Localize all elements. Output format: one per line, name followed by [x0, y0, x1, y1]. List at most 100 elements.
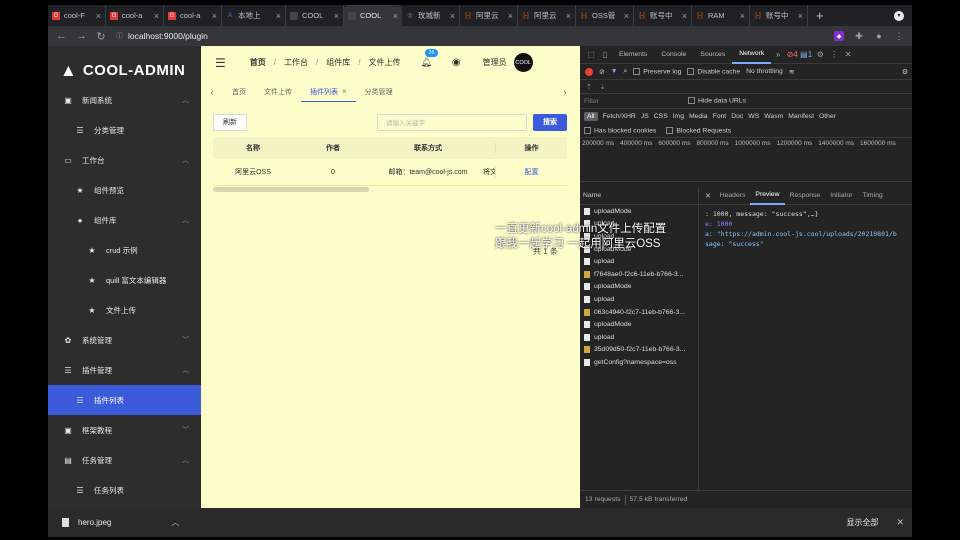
sidebar-item[interactable]: ☰ 任务列表	[48, 475, 201, 505]
hide-data-urls-checkbox[interactable]: Hide data URLs	[688, 97, 746, 105]
resource-type-filter[interactable]: Other	[819, 113, 836, 120]
back-icon[interactable]: ←	[56, 30, 67, 42]
close-tab-icon[interactable]: ×	[450, 11, 455, 21]
close-tab-icon[interactable]: ×	[508, 11, 513, 21]
sidebar-item[interactable]: ☰ 插件管理 ︿	[48, 355, 201, 385]
browser-tab[interactable]: COOL ×	[344, 5, 402, 26]
browser-tab[interactable]: COOL ×	[286, 5, 344, 26]
new-tab-icon[interactable]: +	[816, 8, 828, 23]
devtools-tab[interactable]: Sources	[693, 46, 732, 64]
more-tabs-icon[interactable]: »	[771, 50, 785, 59]
close-tab-icon[interactable]: ×	[334, 11, 339, 21]
chevron-up-icon[interactable]: ︿	[182, 215, 189, 225]
throttling-select[interactable]: No throttling	[746, 68, 783, 75]
detail-tab[interactable]: Initiator	[825, 187, 857, 205]
sidebar-item[interactable]: ☰ 插件列表	[48, 385, 201, 415]
sidebar-item[interactable]: ★ crud 示例	[48, 235, 201, 265]
blocked-cookies-checkbox[interactable]: Has blocked cookies	[584, 126, 656, 134]
chevron-up-icon[interactable]: ︿	[182, 365, 189, 375]
close-detail-icon[interactable]: ✕	[705, 192, 711, 200]
chevron-up-icon[interactable]: ︿	[182, 155, 189, 165]
page-tab[interactable]: 文件上传	[255, 82, 301, 102]
request-row[interactable]: 35d09d50-f2c7-11eb-b766-3...	[580, 344, 698, 357]
browser-tab[interactable]: [-] OSS管 ×	[576, 5, 634, 26]
resource-type-filter[interactable]: Manifest	[788, 113, 814, 120]
resource-type-filter[interactable]: Media	[689, 113, 708, 120]
chevron-down-icon[interactable]: ﹀	[182, 425, 189, 435]
preserve-log-checkbox[interactable]: Preserve log	[633, 67, 681, 75]
resource-type-filter[interactable]: Doc	[731, 113, 743, 120]
search-input[interactable]: 请输入关键字	[377, 113, 527, 131]
download-filename[interactable]: hero.jpeg	[78, 518, 111, 527]
sidebar-item[interactable]: ▣ 框架教程 ﹀	[48, 415, 201, 445]
kebab-icon[interactable]: ⋮	[827, 50, 841, 59]
sidebar-item[interactable]: ☰ 分类管理	[48, 115, 201, 145]
chrome-menu-icon[interactable]: ▾	[894, 10, 904, 21]
filter-icon[interactable]: ▼	[611, 68, 618, 75]
chevron-left-icon[interactable]: ‹	[201, 87, 223, 97]
chevron-up-icon[interactable]: ︿	[182, 455, 189, 465]
resource-type-filter[interactable]: WS	[748, 113, 759, 120]
close-download-bar-icon[interactable]: ✕	[896, 517, 904, 528]
inspect-icon[interactable]: ⬚	[584, 50, 598, 59]
chevron-up-icon[interactable]: ︿	[182, 95, 189, 105]
github-icon[interactable]: ◉	[452, 57, 461, 68]
hamburger-icon[interactable]: ☰	[215, 56, 226, 70]
request-row[interactable]: upload	[580, 255, 698, 268]
table-scrollbar[interactable]	[213, 187, 369, 192]
search-button[interactable]: 搜索	[533, 113, 567, 131]
info-icon[interactable]: ⓘ	[116, 31, 123, 41]
close-icon[interactable]: ✕	[841, 50, 855, 59]
close-tab-icon[interactable]: ×	[624, 11, 629, 21]
message-count[interactable]: ▤1	[799, 50, 813, 59]
reload-icon[interactable]: ↻	[96, 30, 106, 43]
sidebar-item[interactable]: ✿ 系统管理 ﹀	[48, 325, 201, 355]
record-icon[interactable]	[585, 67, 593, 76]
extension-icon[interactable]: ◆	[834, 31, 844, 41]
detail-tab[interactable]: Preview	[750, 187, 785, 205]
network-timeline[interactable]: 200000 ms 400000 ms 600000 ms 800000 ms 1000…	[580, 138, 912, 182]
browser-tab[interactable]: [-] RAM ×	[692, 5, 750, 26]
profile-icon[interactable]: ●	[874, 31, 884, 41]
browser-tab[interactable]: [-] 账号中 ×	[750, 5, 808, 26]
clear-icon[interactable]: ⊘	[599, 68, 605, 76]
browser-tab[interactable]: [-] 阿里云 ×	[518, 5, 576, 26]
url-text[interactable]: localhost:9000/plugin	[128, 31, 208, 41]
request-row[interactable]: f7648ae0-f2c6-11eb-b766-3...	[580, 268, 698, 281]
error-count[interactable]: ⊘4	[785, 50, 799, 59]
sidebar-item[interactable]: ★ 组件预览	[48, 175, 201, 205]
close-tab-icon[interactable]: ×	[566, 11, 571, 21]
browser-tab[interactable]: Gcool-a ×	[164, 5, 222, 26]
browser-tab[interactable]: A 本地上 ×	[222, 5, 286, 26]
sidebar-item[interactable]: ★ quill 富文本编辑器	[48, 265, 201, 295]
resource-type-filter[interactable]: Wasm	[764, 113, 783, 120]
menu-kebab-icon[interactable]: ⋮	[894, 31, 904, 42]
browser-tab[interactable]: Gcool-F ×	[48, 5, 106, 26]
request-row[interactable]: upload	[580, 331, 698, 344]
preview-line[interactable]: : 1000, message: "success",…}	[699, 209, 912, 219]
detail-tab[interactable]: Headers	[715, 187, 751, 205]
request-row[interactable]: 063c4940-f2c7-11eb-b766-3...	[580, 306, 698, 319]
close-tab-icon[interactable]: ×	[393, 11, 398, 21]
wifi-icon[interactable]: ≋	[789, 68, 795, 76]
request-row[interactable]: uploadMode	[580, 281, 698, 294]
refresh-button[interactable]: 刷新	[213, 113, 247, 131]
close-tab-icon[interactable]: ×	[96, 11, 101, 21]
close-tab-icon[interactable]: ×	[740, 11, 745, 21]
request-row[interactable]: uploadMode	[580, 205, 698, 218]
close-tab-icon[interactable]: ×	[798, 11, 803, 21]
sidebar-item[interactable]: ▣ 新闻系统 ︿	[48, 85, 201, 115]
disable-cache-checkbox[interactable]: Disable cache	[687, 67, 740, 75]
preview-line[interactable]: sage: "success"	[699, 239, 912, 249]
puzzle-icon[interactable]: ✚	[854, 31, 864, 42]
sidebar-item[interactable]: ★ 文件上传	[48, 295, 201, 325]
import-icon[interactable]: ⇡	[586, 83, 592, 91]
sidebar-item[interactable]: ▭ 工作台 ︿	[48, 145, 201, 175]
device-toggle-icon[interactable]: ▯	[598, 50, 612, 59]
close-tab-icon[interactable]: ×	[682, 11, 687, 21]
chevron-up-icon[interactable]: ︿	[171, 517, 179, 528]
page-tab[interactable]: 插件列表 ×	[301, 82, 356, 102]
page-tab[interactable]: 分类管理	[356, 82, 402, 102]
bell-icon[interactable]: 🔔︎ 26	[420, 49, 438, 68]
network-settings-icon[interactable]: ⚙	[902, 68, 908, 76]
